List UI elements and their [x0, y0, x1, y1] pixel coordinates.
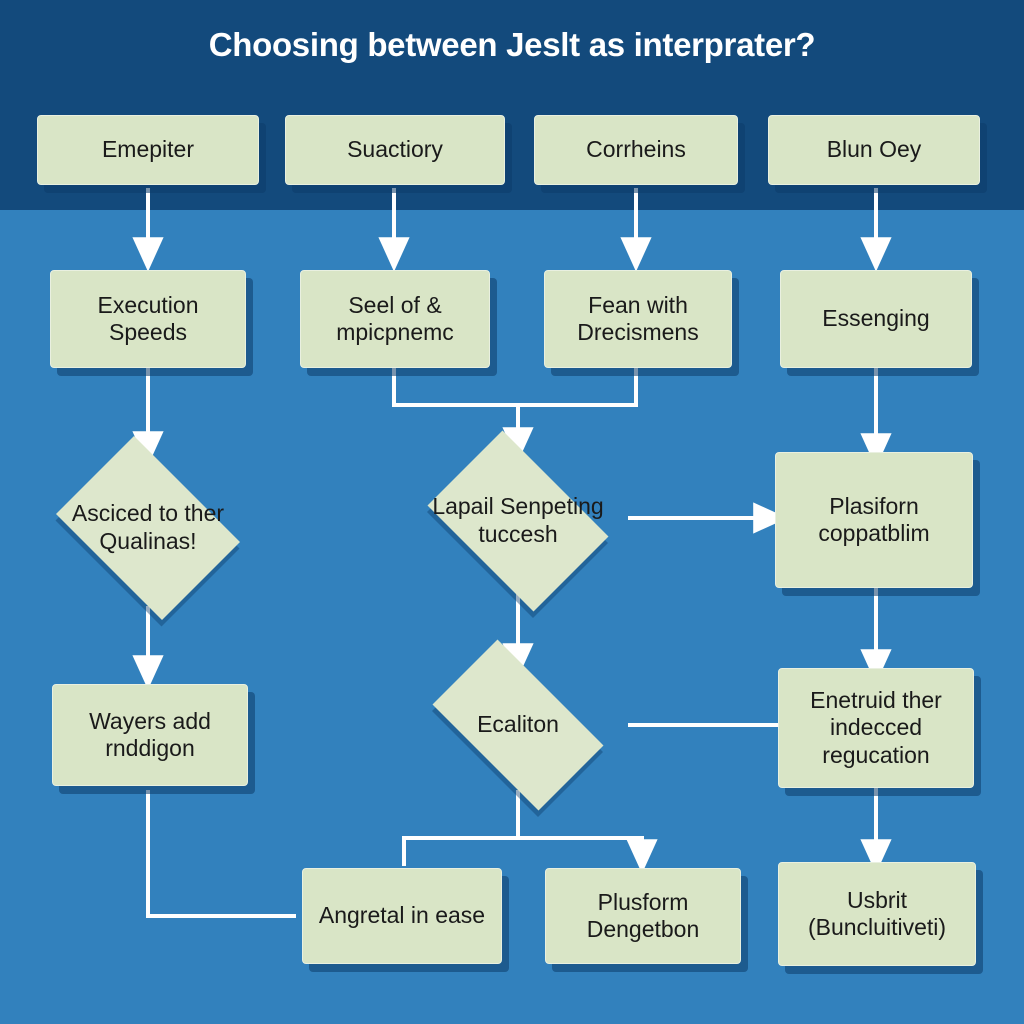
node-label: Plasiforn coppatblim	[818, 492, 930, 546]
connector-wayers-angretal	[146, 790, 296, 918]
node-label: Fean with Drecismens	[577, 291, 699, 345]
node-label: Lapail Senpeting tuccesh	[432, 493, 604, 547]
node-corrheins[interactable]: Corrheins	[534, 115, 738, 185]
node-plusform-dengetbon[interactable]: Plusform Dengetbon	[545, 868, 741, 964]
node-usbrit-buncluitiveti[interactable]: Usbrit (Buncluitiveti)	[778, 862, 976, 966]
connector-ecaliton-split	[402, 790, 520, 866]
connector-merge-seel	[392, 368, 518, 407]
connector-merge-fean	[518, 368, 638, 407]
node-label: Ecaliton	[477, 711, 559, 738]
node-execution-speeds[interactable]: Execution Speeds	[50, 270, 246, 368]
node-label: Blun Oey	[826, 136, 922, 163]
node-seel-of-mpicpnemc[interactable]: Seel of & mpicpnemc	[300, 270, 490, 368]
node-label: Suactiory	[347, 136, 443, 163]
node-label: Execution Speeds	[97, 291, 199, 345]
node-fean-with-drecismens[interactable]: Fean with Drecismens	[544, 270, 732, 368]
connector-ecaliton-split-right	[518, 836, 658, 874]
node-label: Emepiter	[101, 136, 195, 163]
node-blun-oey[interactable]: Blun Oey	[768, 115, 980, 185]
node-label: Seel of & mpicpnemc	[336, 291, 454, 345]
page-title: Choosing between Jeslt as interprater?	[208, 26, 816, 63]
node-plasiforn-coppatblim[interactable]: Plasiforn coppatblim	[775, 452, 973, 588]
node-ecaliton[interactable]: Ecaliton	[412, 639, 624, 811]
node-label: Asciced to ther Qualinas!	[71, 500, 225, 554]
node-label: Angretal in ease	[318, 902, 486, 929]
node-enetruid-ther-indecced-regucation[interactable]: Enetruid ther indecced regucation	[778, 668, 974, 788]
node-essenging[interactable]: Essenging	[780, 270, 972, 368]
node-label: Wayers add rnddigon	[89, 707, 211, 761]
node-emepiter[interactable]: Emepiter	[37, 115, 259, 185]
node-label: Plusform Dengetbon	[586, 888, 700, 942]
node-label: Usbrit (Buncluitiveti)	[807, 886, 947, 940]
node-lapail-senpeting-tuccesh[interactable]: Lapail Senpeting tuccesh	[412, 430, 624, 612]
node-label: Enetruid ther indecced regucation	[810, 687, 942, 768]
node-suactiory[interactable]: Suactiory	[285, 115, 505, 185]
flowchart-canvas: Choosing between Jeslt as interprater? E…	[0, 0, 1024, 1024]
node-label: Corrheins	[586, 136, 686, 163]
node-asciced-to-ther-qualinas[interactable]: Asciced to ther Qualinas!	[42, 436, 254, 620]
node-angretal-in-ease[interactable]: Angretal in ease	[302, 868, 502, 964]
node-label: Essenging	[822, 305, 930, 332]
node-wayers-add-rnddigon[interactable]: Wayers add rnddigon	[52, 684, 248, 786]
